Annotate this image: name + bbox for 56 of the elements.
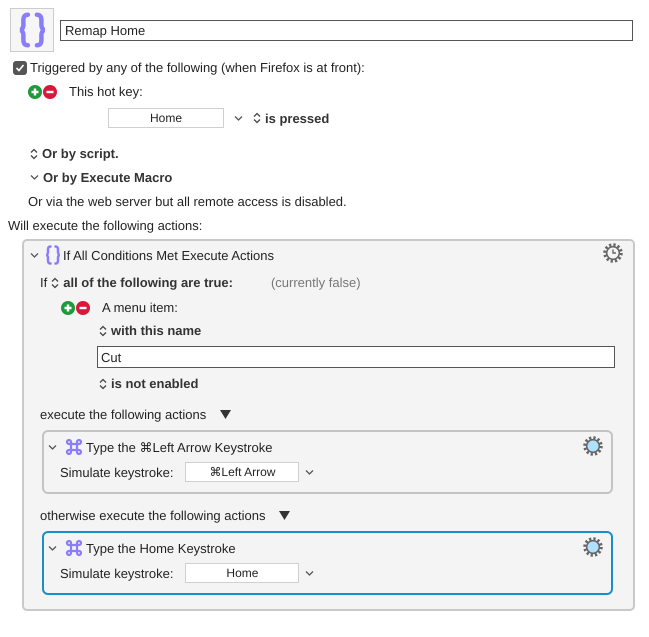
action-title: Type the ⌘Left Arrow Keystroke bbox=[86, 440, 272, 454]
gear-icon[interactable] bbox=[583, 537, 603, 557]
actions-heading: Will execute the following actions: bbox=[8, 218, 202, 233]
remove-icon[interactable] bbox=[76, 300, 90, 314]
macro-icon-well[interactable] bbox=[10, 8, 54, 52]
else-label: otherwise execute the following actions bbox=[40, 508, 266, 523]
macro-name-field[interactable]: Remap Home bbox=[60, 20, 633, 40]
group-title: If All Conditions Met Execute Actions bbox=[63, 248, 274, 262]
chevron-down-icon[interactable] bbox=[48, 442, 57, 452]
keystroke-field[interactable]: ⌘Left Arrow bbox=[185, 462, 300, 482]
match-mode[interactable]: all of the following are true: bbox=[63, 275, 233, 290]
triangle-down-icon[interactable] bbox=[279, 511, 290, 520]
command-icon bbox=[65, 539, 83, 557]
trigger-label: Triggered by any of the following (when Firefox is at front): bbox=[30, 60, 365, 75]
trigger-option[interactable]: Or by script. bbox=[42, 146, 119, 161]
trigger-checkbox[interactable] bbox=[13, 60, 27, 74]
stepper-icon[interactable] bbox=[30, 148, 38, 160]
if-label: If bbox=[40, 275, 48, 290]
gear-icon[interactable] bbox=[603, 243, 623, 263]
command-icon bbox=[65, 438, 83, 456]
chevron-down-icon[interactable] bbox=[234, 114, 243, 122]
action-title: Type the Home Keystroke bbox=[86, 540, 236, 556]
checkmark-icon bbox=[15, 62, 25, 72]
chevron-down-icon[interactable] bbox=[305, 568, 314, 578]
chevron-down-icon[interactable] bbox=[30, 250, 39, 260]
menu-item-state[interactable]: is not enabled bbox=[111, 376, 198, 391]
menu-item-name-field[interactable]: Cut bbox=[97, 346, 615, 368]
action-card[interactable]: Type the Home Keystroke Simulate keystroke: Home bbox=[42, 531, 613, 595]
triangle-down-icon[interactable] bbox=[220, 410, 232, 419]
hotkey-label: This hot key: bbox=[69, 84, 143, 99]
if-action-group[interactable] bbox=[22, 239, 635, 611]
gear-icon[interactable] bbox=[583, 436, 603, 456]
condition-status: (currently false) bbox=[270, 275, 361, 290]
add-icon[interactable] bbox=[61, 300, 75, 314]
hotkey-field[interactable]: Home bbox=[108, 108, 224, 128]
braces-icon bbox=[45, 245, 61, 265]
field-label: Simulate keystroke: bbox=[60, 464, 174, 480]
chevron-down-icon[interactable] bbox=[48, 544, 57, 552]
stepper-icon[interactable] bbox=[99, 378, 107, 390]
condition-label: A menu item: bbox=[102, 300, 178, 315]
chevron-down-icon[interactable] bbox=[305, 468, 314, 476]
stepper-icon[interactable] bbox=[253, 112, 261, 124]
stepper-icon[interactable] bbox=[51, 276, 60, 288]
remove-icon[interactable] bbox=[43, 84, 57, 98]
hotkey-condition[interactable]: is pressed bbox=[265, 110, 330, 126]
then-label: execute the following actions bbox=[40, 407, 206, 422]
stepper-icon[interactable] bbox=[99, 324, 107, 336]
web-server-note: Or via the web server but all remote access is disabled. bbox=[28, 194, 347, 209]
name-match-mode[interactable]: with this name bbox=[111, 323, 202, 338]
trigger-option[interactable]: Or by Execute Macro bbox=[43, 170, 172, 185]
chevron-down-icon[interactable] bbox=[30, 173, 39, 182]
braces-icon bbox=[18, 12, 46, 48]
action-card[interactable]: Type the ⌘Left Arrow Keystroke Simulate keystroke: ⌘Left Arrow bbox=[42, 430, 613, 494]
field-label: Simulate keystroke: bbox=[60, 566, 174, 580]
add-icon[interactable] bbox=[28, 84, 42, 98]
keystroke-field[interactable]: Home bbox=[185, 563, 300, 583]
